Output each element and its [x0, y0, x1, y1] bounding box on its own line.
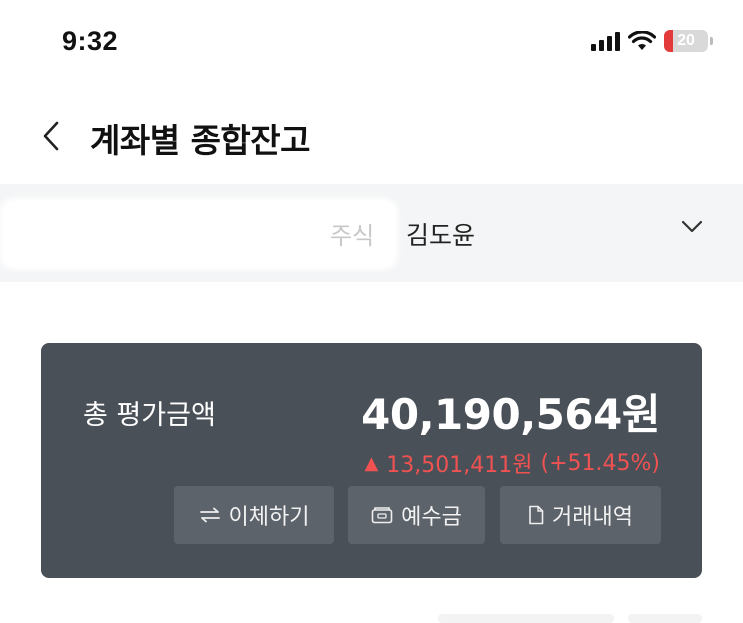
transfer-icon: [199, 507, 221, 523]
status-bar: 9:32 20: [0, 0, 743, 90]
content-placeholder: [438, 614, 614, 623]
document-icon: [528, 505, 544, 525]
change-row: ▲ 13,501,411원 (+51.45%): [364, 447, 660, 479]
content-placeholder: [628, 614, 702, 623]
back-button[interactable]: [34, 116, 68, 156]
history-button[interactable]: 거래내역: [500, 486, 661, 544]
battery-level: 20: [677, 32, 695, 49]
history-label: 거래내역: [552, 505, 633, 530]
chevron-down-icon[interactable]: [681, 220, 703, 234]
change-amount: 13,501,411원: [386, 453, 533, 478]
up-arrow-icon: ▲: [364, 452, 379, 474]
account-owner: 김도윤: [406, 221, 476, 250]
battery-icon: 20: [664, 30, 708, 52]
status-icons: 20: [591, 30, 713, 52]
nav-header: 계좌별 종합잔고: [0, 100, 743, 170]
transfer-button[interactable]: 이체하기: [174, 486, 334, 544]
wifi-icon: [628, 30, 656, 50]
transfer-label: 이체하기: [228, 505, 310, 530]
status-time: 9:32: [62, 26, 119, 56]
account-selector[interactable]: 주식 김도윤: [0, 184, 743, 282]
change-percent: (+51.45%): [540, 450, 661, 476]
page-title: 계좌별 종합잔고: [90, 121, 311, 160]
balance-card: 총 평가금액 40,190,564원 ▲ 13,501,411원 (+51.45…: [41, 343, 702, 578]
signal-icon: [591, 31, 620, 51]
battery-fill: [664, 30, 673, 52]
deposit-label: 예수금: [401, 505, 462, 530]
account-type: 주식: [330, 222, 375, 250]
chevron-left-icon: [43, 121, 59, 151]
wallet-icon: [371, 506, 393, 524]
deposit-button[interactable]: 예수금: [348, 486, 485, 544]
battery-tip: [710, 37, 713, 45]
total-value: 40,190,564원: [361, 390, 660, 439]
total-label: 총 평가금액: [83, 400, 216, 431]
